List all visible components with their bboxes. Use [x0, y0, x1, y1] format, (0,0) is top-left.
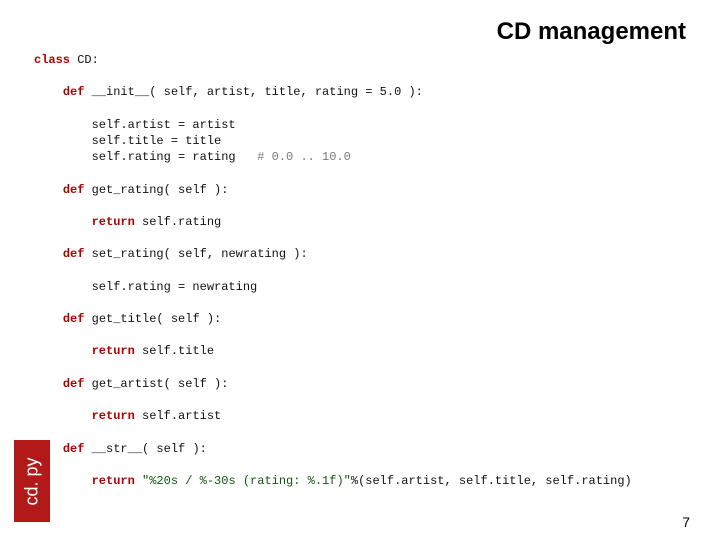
keyword-def: def: [63, 312, 85, 326]
code-text: set_rating( self, newrating ):: [84, 247, 307, 261]
keyword-return: return: [92, 474, 135, 488]
code-comment: # 0.0 .. 10.0: [257, 150, 351, 164]
code-text: get_title( self ):: [84, 312, 221, 326]
code-text: self.title: [135, 344, 214, 358]
keyword-def: def: [63, 377, 85, 391]
code-text: self.rating = newrating: [92, 280, 258, 294]
keyword-def: def: [63, 183, 85, 197]
slide: CD management class CD: def __init__( se…: [0, 0, 720, 540]
keyword-def: def: [63, 85, 85, 99]
slide-title: CD management: [497, 18, 686, 46]
code-text: CD:: [70, 53, 99, 67]
code-text: self.rating: [135, 215, 221, 229]
keyword-class: class: [34, 53, 70, 67]
code-text: %(self.artist, self.title, self.rating): [351, 474, 632, 488]
code-text: get_rating( self ):: [84, 183, 228, 197]
code-text: self.artist: [135, 409, 221, 423]
code-string: "%20s / %-30s (rating: %.1f)": [135, 474, 351, 488]
file-tab-label: cd. py: [22, 457, 43, 505]
keyword-return: return: [92, 344, 135, 358]
page-number: 7: [682, 514, 690, 530]
keyword-def: def: [63, 442, 85, 456]
code-text: __str__( self ):: [84, 442, 206, 456]
code-text: self.rating = rating: [92, 150, 258, 164]
keyword-return: return: [92, 409, 135, 423]
code-block: class CD: def __init__( self, artist, ti…: [34, 52, 712, 489]
code-text: __init__( self, artist, title, rating = …: [84, 85, 422, 99]
keyword-return: return: [92, 215, 135, 229]
code-text: self.artist = artist: [92, 118, 236, 132]
file-tab: cd. py: [14, 440, 50, 522]
code-text: self.title = title: [92, 134, 222, 148]
keyword-def: def: [63, 247, 85, 261]
code-text: get_artist( self ):: [84, 377, 228, 391]
